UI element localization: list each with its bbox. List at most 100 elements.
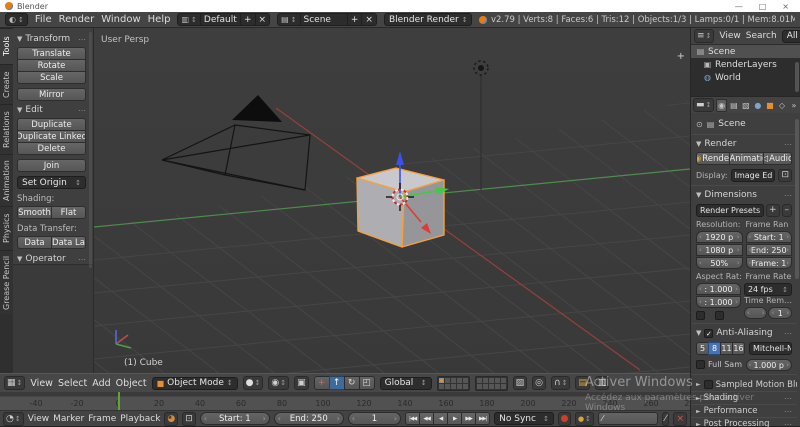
jump-to-end-button[interactable]: ▶▶| xyxy=(475,412,490,425)
frame-end-field[interactable]: End: 250 xyxy=(274,412,344,425)
toolshelf-tab-animation[interactable]: Animation xyxy=(0,154,13,206)
outliner-item-renderlayers[interactable]: ▣RenderLayers xyxy=(691,58,800,71)
panel-transform-header[interactable]: ▼Transform⋯ xyxy=(17,34,86,44)
scene-name[interactable]: Scene xyxy=(300,14,347,25)
orientation-dropdown[interactable]: Global↕ xyxy=(380,377,432,390)
time-remap-old-field[interactable] xyxy=(744,307,768,319)
menu-frame[interactable]: Frame xyxy=(88,414,116,424)
render-animation-button[interactable]: ▥Animation xyxy=(729,152,763,165)
outliner-filter-dropdown[interactable]: All Sc xyxy=(782,30,800,43)
layer-cell[interactable] xyxy=(457,384,462,389)
render-opengl-anim-button[interactable]: ▥ xyxy=(595,376,610,390)
preset-remove-button[interactable]: – xyxy=(782,204,793,217)
aa-size-field[interactable]: 1.000 p xyxy=(746,359,793,371)
full-sample-checkbox[interactable] xyxy=(696,360,705,369)
layer-cell[interactable] xyxy=(457,378,462,383)
manipulator-rotate-button[interactable]: ↻ xyxy=(344,376,360,390)
active-keying-set-field[interactable]: ⁄ xyxy=(598,412,658,425)
layout-add-button[interactable]: + xyxy=(240,14,255,25)
close-button[interactable]: × xyxy=(782,2,789,11)
antialiasing-checkbox[interactable]: ✓ xyxy=(704,329,713,338)
menu-help[interactable]: Help xyxy=(148,14,171,25)
resolution-x-field[interactable]: 1920 p xyxy=(696,231,743,243)
layer-cell[interactable] xyxy=(477,384,482,389)
frame-step-field[interactable]: Frame: 1 xyxy=(746,257,793,269)
duplicate-linked-button[interactable]: Duplicate Linked xyxy=(17,130,86,143)
lamp-object[interactable] xyxy=(474,61,488,190)
border-checkbox[interactable] xyxy=(696,311,705,320)
pivot-align-toggle[interactable]: ▣ xyxy=(294,376,309,390)
menu-render[interactable]: Render xyxy=(59,14,95,25)
tab-constraints[interactable]: ◇ xyxy=(777,99,787,112)
tab-render-layers[interactable]: ▤ xyxy=(729,99,739,112)
frame-start-field[interactable]: Start: 1 xyxy=(746,231,793,243)
frame-end-field[interactable]: End: 250 xyxy=(746,244,793,256)
aa-samples-16-button[interactable]: 16 xyxy=(732,342,745,355)
timeline-editor-type-button[interactable]: ◔↕ xyxy=(3,412,24,426)
set-origin-dropdown[interactable]: Set Origin↕ xyxy=(17,176,86,189)
menu-window[interactable]: Window xyxy=(101,14,140,25)
toolshelf-tab-physics[interactable]: Physics xyxy=(0,206,13,250)
render-presets-dropdown[interactable]: Render Presets↕ xyxy=(696,204,764,217)
menu-timeline-view[interactable]: View xyxy=(28,414,49,424)
toolshelf-tab-tools[interactable]: Tools xyxy=(0,28,13,64)
layer-cell[interactable] xyxy=(445,378,450,383)
outliner-vscrollbar[interactable] xyxy=(795,62,799,92)
tab-more[interactable]: » xyxy=(789,99,799,112)
manipulator-toggle-button[interactable]: + xyxy=(314,376,330,390)
toolshelf-tab-grease-pencil[interactable]: Grease Pencil xyxy=(0,250,13,314)
layout-name[interactable]: Default xyxy=(200,14,240,25)
next-keyframe-button[interactable]: ▶▶ xyxy=(461,412,476,425)
current-frame-field[interactable]: 1 xyxy=(348,412,401,425)
panel-performance[interactable]: ►Performance⋯ xyxy=(691,404,797,417)
tab-world[interactable]: ● xyxy=(753,99,763,112)
manipulator-z-arrow[interactable] xyxy=(396,151,404,165)
info-editor-type-button[interactable]: ◐↕ xyxy=(5,13,28,26)
render-audio-button[interactable]: ◁Audio xyxy=(763,152,792,165)
lock-time-toggle[interactable]: ⊡ xyxy=(182,412,196,426)
layer-cell[interactable] xyxy=(445,384,450,389)
layer-cell[interactable] xyxy=(501,384,506,389)
menu-add[interactable]: Add xyxy=(92,378,110,389)
sync-dropdown[interactable]: No Sync↕ xyxy=(494,412,554,425)
panel-operator-header[interactable]: ▼Operator⋯ xyxy=(17,254,86,264)
frame-start-field[interactable]: Start: 1 xyxy=(200,412,270,425)
viewport-editor-type-button[interactable]: ▦↕ xyxy=(4,376,25,390)
pivot-point-dropdown[interactable]: ◉↕ xyxy=(268,376,289,390)
display-lock-button[interactable]: ⊡ xyxy=(778,169,792,182)
menu-select[interactable]: Select xyxy=(58,378,87,389)
layer-cell[interactable] xyxy=(495,378,500,383)
layer-cell[interactable] xyxy=(477,378,482,383)
viewport-shading-dropdown[interactable]: ●↕ xyxy=(243,376,264,390)
smooth-button[interactable]: Smooth xyxy=(17,206,52,219)
resolution-percentage-field[interactable]: 50% xyxy=(696,257,743,269)
menu-playback[interactable]: Playback xyxy=(120,414,160,424)
crop-checkbox[interactable] xyxy=(715,311,724,320)
tab-render[interactable]: ◉ xyxy=(716,99,726,112)
layer-cell[interactable] xyxy=(483,384,488,389)
toolshelf-tab-relations[interactable]: Relations xyxy=(0,104,13,154)
layer-cell[interactable] xyxy=(501,378,506,383)
layer-cell[interactable] xyxy=(489,378,494,383)
aa-filter-dropdown[interactable]: Mitchell-N↕ xyxy=(749,342,792,355)
data-layout-button[interactable]: Data La xyxy=(51,236,86,249)
scene-add-button[interactable]: + xyxy=(347,14,362,25)
menu-marker[interactable]: Marker xyxy=(53,414,84,424)
layer-cell[interactable] xyxy=(451,378,456,383)
layer-cell[interactable] xyxy=(439,378,444,383)
resolution-y-field[interactable]: 1080 p xyxy=(696,244,743,256)
properties-scrollbar[interactable] xyxy=(795,119,799,279)
menu-object[interactable]: Object xyxy=(116,378,147,389)
manipulator-translate-button[interactable]: ↑ xyxy=(329,376,345,390)
current-frame-marker[interactable] xyxy=(118,392,120,410)
delete-keyframe-button[interactable]: × xyxy=(673,412,687,426)
render-still-button[interactable]: ◉Render xyxy=(696,152,730,165)
panel-antialiasing-header[interactable]: ▼✓Anti-Aliasing⋯ xyxy=(696,328,792,338)
outliner-item-scene[interactable]: ▤Scene xyxy=(691,45,800,58)
frame-rate-dropdown[interactable]: 24 fps↕ xyxy=(744,283,792,296)
panel-render-header[interactable]: ▼Render⋯ xyxy=(696,139,792,149)
mirror-button[interactable]: Mirror xyxy=(17,88,86,101)
outliner-item-world[interactable]: ◍World xyxy=(691,71,800,84)
proportional-edit-dropdown[interactable]: ◎ xyxy=(532,376,546,390)
snap-dropdown[interactable]: ∩↕ xyxy=(551,376,570,390)
